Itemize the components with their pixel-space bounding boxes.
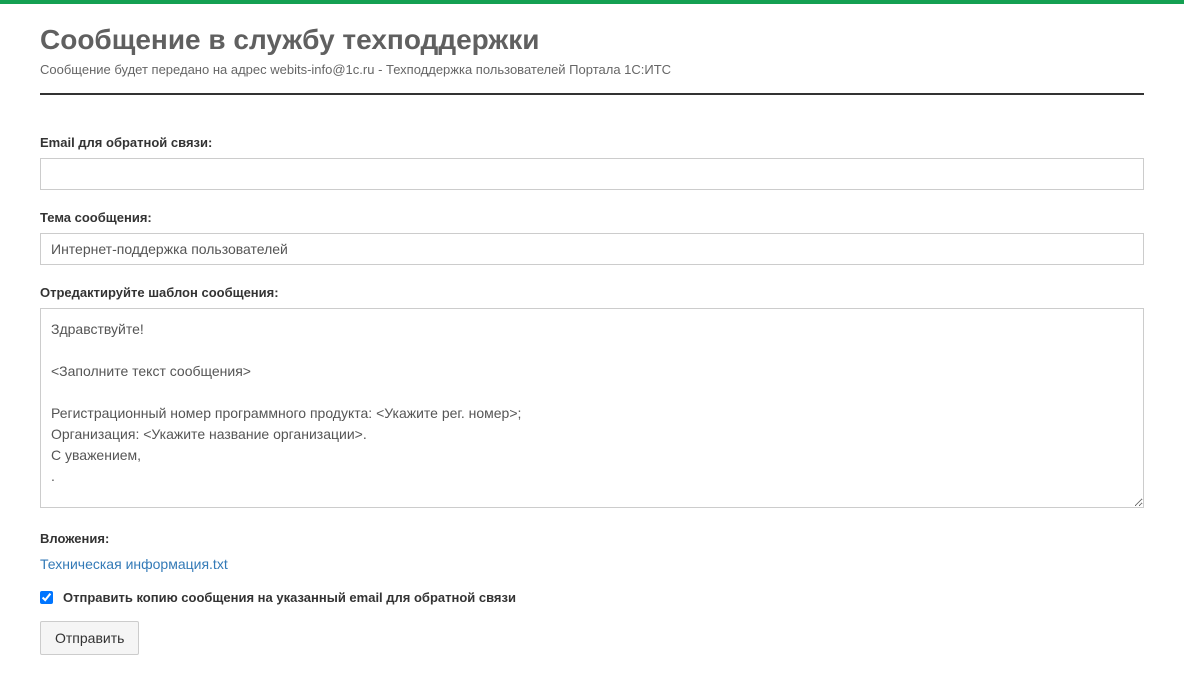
email-label: Email для обратной связи: [40,135,1144,150]
email-input[interactable] [40,158,1144,190]
message-group: Отредактируйте шаблон сообщения: [40,285,1144,511]
form-container: Сообщение в службу техподдержки Сообщени… [0,4,1184,685]
subject-label: Тема сообщения: [40,210,1144,225]
page-title: Сообщение в службу техподдержки [40,24,1144,56]
attachments-label: Вложения: [40,531,1144,546]
submit-button[interactable]: Отправить [40,621,139,655]
email-group: Email для обратной связи: [40,135,1144,190]
message-textarea[interactable] [40,308,1144,508]
page-subtitle: Сообщение будет передано на адрес webits… [40,62,1144,77]
copy-checkbox-label: Отправить копию сообщения на указанный e… [63,590,516,605]
copy-checkbox-row: Отправить копию сообщения на указанный e… [40,590,1144,605]
attachment-link[interactable]: Техническая информация.txt [40,556,228,572]
subject-group: Тема сообщения: [40,210,1144,265]
attachments-group: Вложения: Техническая информация.txt [40,531,1144,572]
message-label: Отредактируйте шаблон сообщения: [40,285,1144,300]
header-divider [40,93,1144,95]
copy-checkbox[interactable] [40,591,53,604]
subject-input[interactable] [40,233,1144,265]
